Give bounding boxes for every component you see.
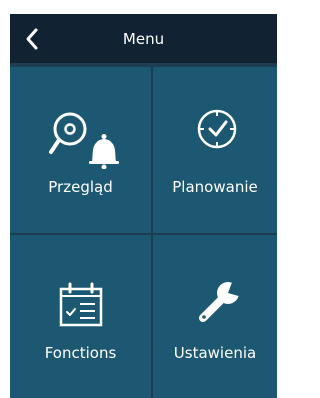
menu-tile-overview[interactable]: Przegląd bbox=[10, 67, 151, 233]
wrench-icon bbox=[199, 279, 242, 322]
menu-tile-functions[interactable]: Fonctions bbox=[10, 235, 151, 398]
clock-icon bbox=[197, 109, 237, 149]
tile-label-scheduling: Planowanie bbox=[172, 178, 258, 196]
menu-grid: Przegląd Planowanie Fonctions Ustawienia bbox=[10, 63, 277, 398]
calendar-checklist-icon bbox=[59, 282, 103, 327]
header-bar: Menu bbox=[10, 14, 277, 63]
menu-tile-scheduling[interactable]: Planowanie bbox=[153, 67, 277, 233]
tile-label-overview: Przegląd bbox=[48, 178, 113, 196]
search-bell-icon bbox=[49, 112, 119, 169]
menu-tile-settings[interactable]: Ustawienia bbox=[153, 235, 277, 398]
menu-screen: Menu Przegląd Planowanie Fonctions Ustaw… bbox=[10, 14, 277, 398]
tile-label-functions: Fonctions bbox=[44, 344, 117, 362]
tile-label-settings: Ustawienia bbox=[173, 344, 257, 362]
page-title: Menu bbox=[122, 30, 165, 48]
